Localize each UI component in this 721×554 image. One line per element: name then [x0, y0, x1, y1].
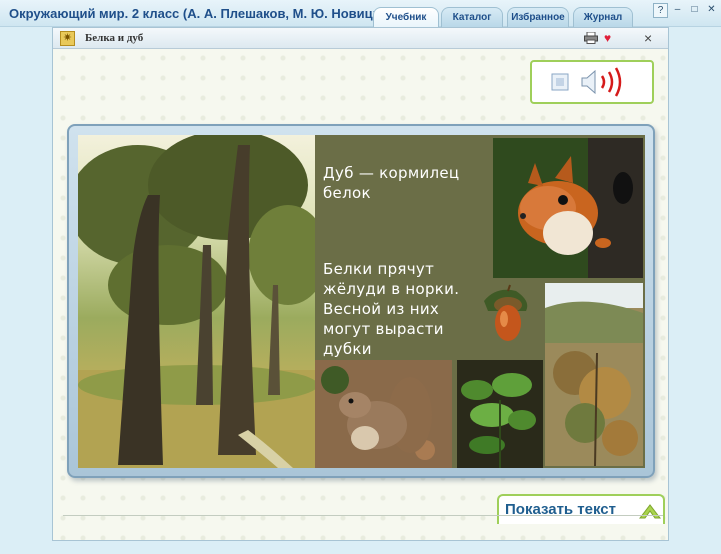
help-button[interactable]: ? [653, 3, 668, 18]
slide-body-line: дубки [323, 340, 372, 358]
show-text-button[interactable]: Показать текст [497, 494, 665, 524]
speaker-icon[interactable] [581, 67, 622, 97]
audio-controls [530, 60, 654, 104]
chevron-up-icon [639, 504, 661, 519]
tab-journal[interactable]: Журнал [573, 7, 633, 27]
panel-title: Белка и дуб [85, 32, 144, 44]
sun-icon: ✷ [60, 31, 75, 46]
content-panel: ✷ Белка и дуб ♥ × Дуб — кормилец белок Б… [52, 27, 669, 541]
minimize-button[interactable]: – [670, 3, 685, 18]
tab-catalog[interactable]: Каталог [441, 7, 503, 27]
tab-textbook[interactable]: Учебник [373, 7, 439, 27]
app-title: Окружающий мир. 2 класс (А. А. Плешаков,… [9, 6, 399, 21]
slide-frame: Дуб — кормилец белок Белки прячут жёлуди… [67, 124, 655, 478]
acorn-photo [476, 281, 538, 353]
panel-close-button[interactable]: × [644, 30, 652, 46]
oak-seedling-photo [457, 360, 543, 468]
app-title-bar: Окружающий мир. 2 класс (А. А. Плешаков,… [0, 0, 721, 27]
audio-controls-graphic [551, 67, 622, 97]
slide-body-line: могут вырасти [323, 320, 444, 338]
forest-painting-graphic [78, 135, 328, 468]
slide-body-line: Весной из них [323, 300, 440, 318]
squirrel-photo [493, 138, 643, 278]
slide-heading: Дуб — кормилец белок [323, 163, 459, 203]
slide-body-line: жёлуди в норки. [323, 280, 460, 298]
maximize-button[interactable]: □ [687, 3, 702, 18]
panel-title-bar: ✷ Белка и дуб ♥ × [53, 28, 668, 49]
slide-body-text: Белки прячут жёлуди в норки. Весной из н… [323, 259, 459, 359]
window-controls: ? – □ ✕ [653, 3, 719, 18]
slide-heading-line: белок [323, 184, 371, 202]
slide-body-line: Белки прячут [323, 260, 435, 278]
heart-icon[interactable]: ♥ [604, 31, 611, 45]
slide: Дуб — кормилец белок Белки прячут жёлуди… [78, 135, 645, 468]
tab-favorites[interactable]: Избранное [507, 7, 569, 27]
print-icon[interactable] [584, 32, 598, 44]
close-window-button[interactable]: ✕ [704, 3, 719, 18]
squirrel-with-nut-photo [315, 360, 452, 468]
oak-sapling-photo [545, 283, 643, 466]
forest-painting [78, 135, 328, 468]
slide-heading-line: Дуб — кормилец [323, 164, 460, 182]
stop-icon[interactable] [551, 73, 569, 91]
footer-divider [63, 515, 663, 516]
